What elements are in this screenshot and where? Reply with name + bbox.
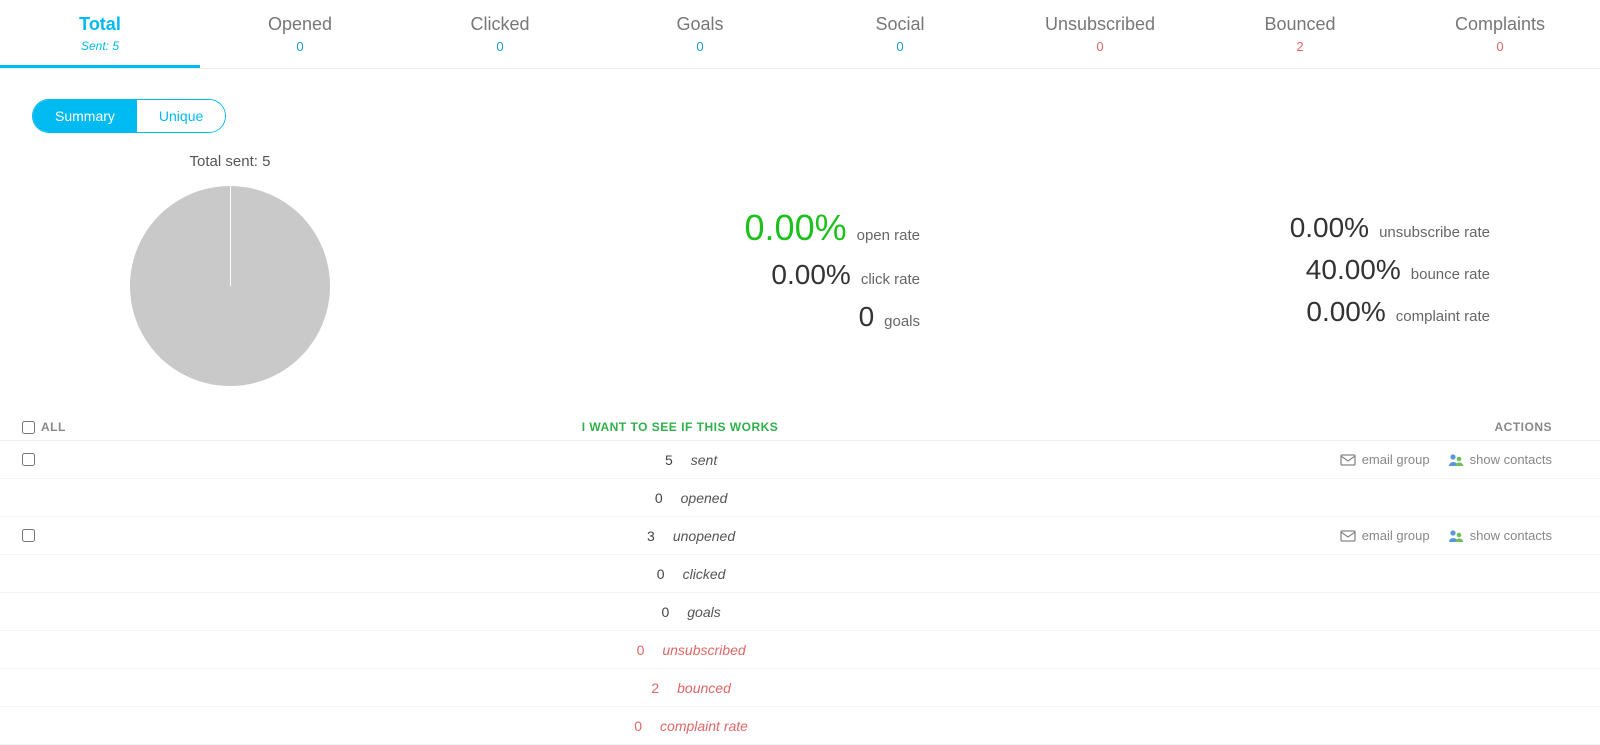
row-label: goals [687,604,720,620]
row-count: 0 [639,604,669,620]
row-count: 0 [633,490,663,506]
show-contacts-action[interactable]: show contacts [1448,528,1552,544]
action-label: show contacts [1470,528,1552,543]
mail-icon [1340,452,1356,468]
table-row: 0 clicked [0,555,1600,593]
tab-bounced[interactable]: Bounced 2 [1200,0,1400,68]
row-label: unopened [673,528,735,544]
row-count: 2 [629,680,659,696]
action-label: email group [1362,452,1430,467]
row-count: 0 [635,566,665,582]
tab-label: Complaints [1455,14,1545,34]
row-label: bounced [677,680,731,696]
stat-name: bounce rate [1411,266,1490,283]
row-label: opened [681,490,728,506]
pie-title: Total sent: 5 [0,153,460,170]
stat-unsubscribe-rate: 0.00% unsubscribe rate [1030,212,1600,244]
view-toggle[interactable]: Summary Unique [32,99,226,133]
table-row: 5 sent email group show contacts [0,441,1600,479]
action-label: email group [1362,528,1430,543]
stat-name: complaint rate [1396,308,1490,325]
stat-open-rate: 0.00% open rate [460,207,1030,249]
tab-complaints[interactable]: Complaints 0 [1400,0,1600,68]
tab-unsubscribed[interactable]: Unsubscribed 0 [1000,0,1200,68]
tab-count: 0 [1400,39,1600,54]
row-count: 3 [625,528,655,544]
unique-toggle[interactable]: Unique [137,100,225,132]
tab-count: 2 [1200,39,1400,54]
stat-value: 40.00% [1306,254,1401,286]
contacts-icon [1448,452,1464,468]
table-row: 0 goals [0,593,1600,631]
tab-goals[interactable]: Goals 0 [600,0,800,68]
table-actions-header: ACTIONS [1300,420,1600,434]
tab-count: 0 [1000,39,1200,54]
select-all-col[interactable]: ALL [0,420,60,434]
tab-label: Social [875,14,924,34]
row-label: unsubscribed [662,642,745,658]
stat-value: 0 [859,301,875,333]
stat-name: unsubscribe rate [1379,224,1490,241]
tab-count: 0 [200,39,400,54]
action-label: show contacts [1470,452,1552,467]
email-group-action[interactable]: email group [1340,528,1430,544]
table-row: 3 unopened email group show contacts [0,517,1600,555]
tab-label: Total [79,14,121,34]
tab-label: Clicked [470,14,529,34]
row-count: 0 [612,718,642,734]
stat-name: open rate [857,227,920,244]
stat-name: click rate [861,271,920,288]
row-label: clicked [683,566,726,582]
tab-count: 0 [800,39,1000,54]
stat-name: goals [884,313,920,330]
row-checkbox[interactable] [22,529,35,542]
tab-label: Goals [676,14,723,34]
stat-complaint-rate: 0.00% complaint rate [1030,296,1600,328]
tab-total[interactable]: Total Sent: 5 [0,0,200,68]
summary-toggle[interactable]: Summary [33,100,137,132]
row-count: 5 [643,452,673,468]
stat-value: 0.00% [1290,212,1369,244]
stat-click-rate: 0.00% click rate [460,259,1030,291]
stat-value: 0.00% [1306,296,1385,328]
tab-label: Opened [268,14,332,34]
table-row: 0 unsubscribed [0,631,1600,669]
row-label: sent [691,452,717,468]
tab-opened[interactable]: Opened 0 [200,0,400,68]
stat-value: 0.00% [745,207,847,249]
tab-label: Bounced [1264,14,1335,34]
mail-icon [1340,528,1356,544]
tab-clicked[interactable]: Clicked 0 [400,0,600,68]
table-mid-header: I WANT TO SEE IF THIS WORKS [60,420,1300,434]
pie-chart [130,186,330,386]
row-checkbox[interactable] [22,453,35,466]
tab-count: 0 [600,39,800,54]
contacts-icon [1448,528,1464,544]
select-all-checkbox[interactable] [22,421,35,434]
tab-count: 0 [400,39,600,54]
show-contacts-action[interactable]: show contacts [1448,452,1552,468]
stat-goals: 0 goals [460,301,1030,333]
stat-value: 0.00% [771,259,850,291]
table-row: 2 bounced [0,669,1600,707]
table-row: 0 complaint rate [0,707,1600,745]
email-group-action[interactable]: email group [1340,452,1430,468]
tab-social[interactable]: Social 0 [800,0,1000,68]
stat-bounce-rate: 40.00% bounce rate [1030,254,1600,286]
tab-sub: Sent: 5 [0,39,200,53]
tab-label: Unsubscribed [1045,14,1155,34]
row-count: 0 [614,642,644,658]
table-row: 0 opened [0,479,1600,517]
row-label: complaint rate [660,718,748,734]
